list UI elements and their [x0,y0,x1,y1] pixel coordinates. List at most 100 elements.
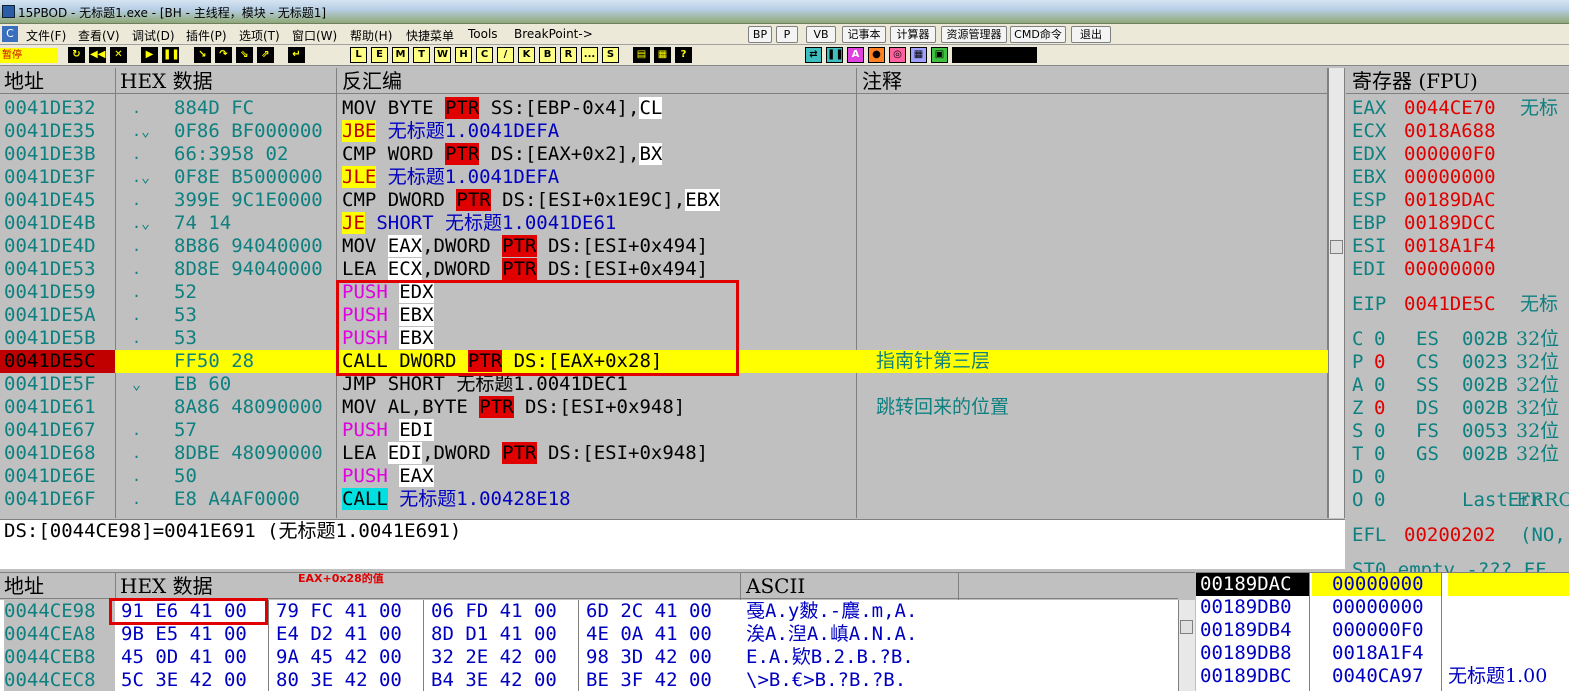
patches-icon[interactable]: / [497,47,514,63]
menu-debug[interactable]: 调试(D) [132,27,175,44]
dump-row[interactable]: 0044CEA8 9B E5 41 00 E4 D2 41 00 8D D1 41 0… [0,623,1178,646]
source-icon[interactable]: S [602,47,619,63]
flag-row[interactable]: O 0 LastErr ERRO [1346,489,1569,512]
col-asm-header[interactable]: 反汇编 [342,68,402,94]
stack-row[interactable]: 00189DB4 000000F0 [1196,619,1569,642]
pause-icon[interactable]: ❚❚ [162,47,180,63]
dump-row[interactable]: 0044CEB8 45 0D 41 00 9A 45 42 00 32 2E 42 0… [0,646,1178,669]
cpu-icon[interactable]: C [476,47,493,63]
register-row[interactable]: ESI 0018A1F4 [1346,235,1569,258]
references-icon[interactable]: R [560,47,577,63]
explorer-button[interactable]: 资源管理器 [941,26,1007,43]
col-addr-header[interactable]: 地址 [4,68,44,94]
flag-row[interactable]: P 0 CS 0023 32位 [1346,351,1569,374]
stack-row[interactable]: 00189DAC 00000000 [1196,573,1569,596]
calculator-button[interactable]: 计算器 [890,26,936,43]
black-slot-icon-4[interactable] [1003,47,1020,63]
menu-view[interactable]: 查看(V) [78,27,120,44]
stack-rows[interactable]: 00189DAC 00000000 00189DB0 00000000 00189DB4… [1196,573,1569,691]
stack-row[interactable]: 00189DBC 0040CA97 无标题1.00 [1196,665,1569,688]
cmd-button[interactable]: CMD命令 [1010,26,1066,43]
open-icon[interactable]: ↻ [68,47,85,63]
disasm-row[interactable]: 0041DE6F. E8 A4AF0000 CALL 无标题1.00428E18 [0,488,1328,511]
dump-col-hex-header[interactable]: HEX 数据 [120,573,213,599]
flag-row[interactable]: T 0 GS 002B 32位 [1346,443,1569,466]
black-slot-icon-2[interactable] [969,47,986,63]
menu-plugins[interactable]: 插件(P) [186,27,227,44]
register-row-eip[interactable]: EIP 0041DE5C 无标 [1346,293,1569,316]
trace-over-icon[interactable]: ⇗ [257,47,274,63]
disasm-row[interactable]: 0041DE3B. 66:3958 02 CMP WORD PTR DS:[EAX+… [0,143,1328,166]
menu-help[interactable]: 帮助(H) [350,27,392,44]
mdi-icon[interactable]: C [2,26,18,42]
disasm-row[interactable]: 0041DE53. 8D8E 94040000 LEA ECX,DWORD PTR … [0,258,1328,281]
trace-into-icon[interactable]: ⇘ [236,47,253,63]
black-slot-icon-3[interactable] [986,47,1003,63]
flag-row[interactable]: D0 [1346,466,1569,489]
disasm-row[interactable]: 0041DE67. 57 PUSH EDI [0,419,1328,442]
step-over-icon[interactable]: ↷ [215,47,232,63]
disasm-row[interactable]: 0041DE32. 884D FC MOV BYTE PTR SS:[EBP-0x4… [0,97,1328,120]
menu-file[interactable]: 文件(F) [26,27,66,44]
options-icon[interactable]: ▤ [633,47,650,63]
disasm-row[interactable]: 0041DE3F .⌄ 0F8E B5000000 JLE 无标题1.0041DEFA [0,166,1328,189]
register-row[interactable]: EDX 000000F0 [1346,143,1569,166]
register-row-efl[interactable]: EFL 00200202 (NO, [1346,524,1569,547]
disasm-row[interactable]: 0041DE35 .⌄ 0F86 BF000000 JBE 无标题1.0041DEFA [0,120,1328,143]
windows-icon[interactable]: W [434,47,451,63]
registers-header[interactable]: 寄存器 (FPU) [1346,68,1569,94]
monitor-icon[interactable]: ▣ [931,47,948,63]
pause-thread-icon[interactable]: ❚❚ [826,47,844,63]
flag-row[interactable]: A 0 SS 002B 32位 [1346,374,1569,397]
disasm-row[interactable]: 0041DE45. 399E 9C1E0000 CMP DWORD PTR DS:[… [0,189,1328,212]
bp-button[interactable]: BP [748,26,772,43]
col-hex-header[interactable]: HEX 数据 [120,68,213,94]
dump-col-addr-header[interactable]: 地址 [4,573,44,599]
disasm-row[interactable]: 0041DE6E. 50 PUSH EAX [0,465,1328,488]
dump-scroll-thumb[interactable] [1180,620,1193,634]
rewind-icon[interactable]: ◀◀ [89,47,106,63]
refresh-icon[interactable]: ⇄ [805,47,822,63]
dump-scrollbar[interactable] [1178,600,1195,691]
col-comment-header[interactable]: 注释 [862,68,902,94]
register-row[interactable]: ECX 0018A688 [1346,120,1569,143]
black-slot-icon-5[interactable] [1020,47,1037,63]
flag-row[interactable]: S 0 FS 0053 32位 [1346,420,1569,443]
threads-icon[interactable]: T [413,47,430,63]
menu-options[interactable]: 选项(T) [239,27,280,44]
close-icon[interactable]: ✕ [110,47,127,63]
help-icon[interactable]: ? [675,47,692,63]
menu-shortcuts[interactable]: 快捷菜单 [406,27,454,44]
fpu-st0-row[interactable]: ST0 empty -??? FF [1346,559,1569,572]
disasm-row[interactable]: 0041DE68. 8DBE 48090000 LEA EDI,DWORD PTR … [0,442,1328,465]
record-icon[interactable]: ● [868,47,885,63]
black-slot-icon-1[interactable] [952,47,969,63]
run-icon[interactable]: ▶ [141,47,158,63]
dump-col-ascii-header[interactable]: ASCII [746,573,805,599]
disasm-row[interactable]: 0041DE61 8A86 48090000 MOV AL,BYTE PTR DS:… [0,396,1328,419]
dump-row[interactable]: 0044CEC8 5C 3E 42 00 80 3E 42 00 B4 3E 42 0… [0,669,1178,691]
log-window-icon[interactable]: L [350,47,367,63]
p-button[interactable]: P [776,26,798,43]
execute-till-return-icon[interactable]: ↵ [288,47,305,63]
exit-button[interactable]: 退出 [1071,26,1111,43]
run-trace-icon[interactable]: ... [581,47,598,63]
executable-modules-icon[interactable]: E [371,47,388,63]
vb-button[interactable]: VB [806,26,836,43]
disasm-row[interactable]: 0041DE4B .⌄ 74 14 JE SHORT 无标题1.0041DE61 [0,212,1328,235]
breakpoints-icon[interactable]: B [539,47,556,63]
register-row[interactable]: EBX 00000000 [1346,166,1569,189]
disasm-scrollbar[interactable] [1328,68,1344,518]
disasm-row[interactable]: 0041DE4D. 8B86 94040000 MOV EAX,DWORD PTR … [0,235,1328,258]
disasm-scroll-thumb[interactable] [1330,240,1343,254]
flag-row[interactable]: Z 0 DS 002B 32位 [1346,397,1569,420]
call-stack-icon[interactable]: K [518,47,535,63]
step-into-icon[interactable]: ↘ [194,47,211,63]
stack-row[interactable]: 00189DB8 0018A1F4 [1196,642,1569,665]
stack-row[interactable]: 00189DB0 00000000 [1196,596,1569,619]
a-icon[interactable]: A [847,47,864,63]
grid-icon[interactable]: ▦ [910,47,927,63]
notepad-button[interactable]: 记事本 [842,26,886,43]
register-row[interactable]: ESP 00189DAC [1346,189,1569,212]
appearance-icon[interactable]: ▦ [654,47,671,63]
